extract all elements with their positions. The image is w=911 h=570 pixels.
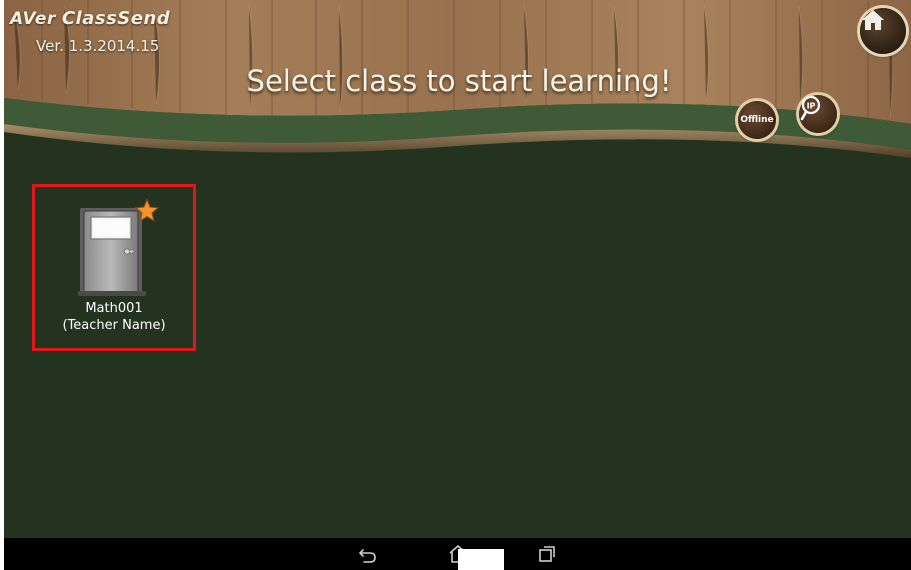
redaction-box (458, 549, 504, 570)
class-item-math001[interactable]: Math001 (Teacher Name) (32, 184, 196, 351)
ip-search-icon: IP (800, 95, 821, 121)
teacher-name: (Teacher Name) (62, 318, 166, 333)
home-button[interactable] (860, 8, 906, 54)
app-logo: AVer ClassSend (10, 8, 170, 29)
wood-header: AVer ClassSend Ver. 1.3.2014.15 Select cl… (4, 0, 911, 160)
app-screen: AVer ClassSend Ver. 1.3.2014.15 Select cl… (4, 0, 911, 570)
home-icon (862, 10, 884, 30)
favorite-star-icon (134, 198, 160, 223)
class-label: Math001 (Teacher Name) (35, 300, 193, 334)
ip-label: IP (807, 102, 816, 111)
app-name: ClassSend (61, 8, 171, 29)
brand-name: AVer (10, 9, 56, 29)
page-title: Select class to start learning! (246, 64, 672, 98)
app-version: Ver. 1.3.2014.15 (36, 37, 160, 55)
back-icon[interactable] (358, 544, 378, 564)
system-nav-bar (4, 538, 911, 570)
offline-button[interactable]: Offline (738, 101, 776, 139)
ip-search-button[interactable]: IP (799, 95, 837, 133)
offline-label: Offline (740, 115, 774, 125)
class-name: Math001 (85, 301, 143, 316)
recent-apps-icon[interactable] (537, 544, 557, 564)
